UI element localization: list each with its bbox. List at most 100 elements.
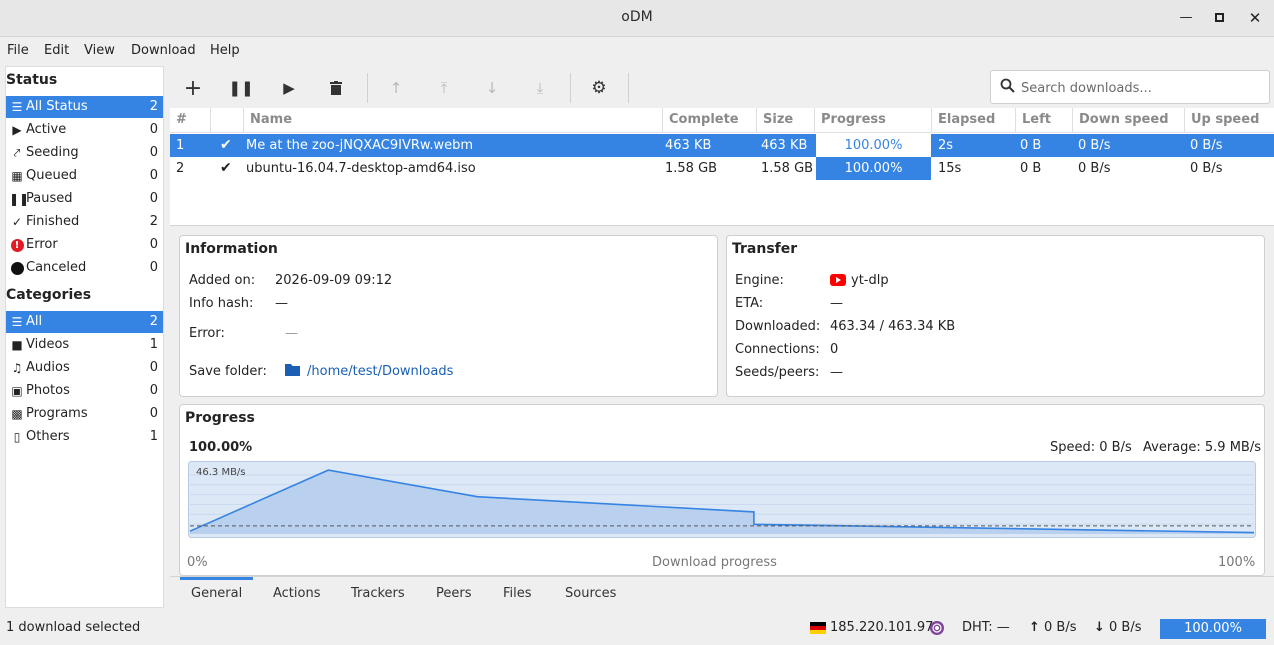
close-icon[interactable]: ✕ <box>1246 9 1264 27</box>
sidebar-item-seeding[interactable]: ⤤ Seeding 0 <box>6 142 163 164</box>
menu-help[interactable]: Help <box>210 43 240 58</box>
sidebar: Status ☰ All Status 2 ▶ Active 0 ⤤ Seedi… <box>5 66 164 608</box>
sidebar-item-count: 2 <box>149 214 158 229</box>
x-axis-label: Download progress <box>652 555 777 570</box>
row-complete: 1.58 GB <box>665 161 718 176</box>
tor-icon <box>929 620 945 640</box>
sidebar-item-canceled[interactable]: Canceled 0 <box>6 257 163 279</box>
table-row[interactable]: 2 ✔ ubuntu-16.04.7-desktop-amd64.iso 1.5… <box>170 157 1274 180</box>
pause-icon[interactable]: ❚❚ <box>227 75 255 101</box>
row-size: 1.58 GB <box>761 161 814 176</box>
tab-sources[interactable]: Sources <box>565 586 616 601</box>
folder-label: Save folder: <box>189 364 267 379</box>
row-number: 2 <box>176 161 185 176</box>
sidebar-item-programs[interactable]: ▩ Programs 0 <box>6 403 163 425</box>
column-header-up-speed[interactable]: Up speed <box>1185 108 1274 133</box>
sidebar-item-count: 0 <box>149 260 158 275</box>
music-icon: ♫ <box>11 361 23 375</box>
column-header-complete[interactable]: Complete <box>663 108 757 133</box>
germany-flag-icon <box>810 622 826 634</box>
minimize-button[interactable]: — <box>1177 9 1195 27</box>
sidebar-item-error[interactable]: ! Error 0 <box>6 234 163 256</box>
table-row[interactable]: 1 ✔ Me at the zoo-jNQXAC9IVRw.webm 463 K… <box>170 134 1274 157</box>
play-icon[interactable]: ▶ <box>275 75 303 101</box>
total-progress-text: 100.00% <box>1184 621 1242 636</box>
column-header-size[interactable]: Size <box>757 108 815 133</box>
add-icon[interactable]: + <box>179 75 207 101</box>
menu-download[interactable]: Download <box>131 43 196 58</box>
downloaded-label: Downloaded: <box>735 319 821 334</box>
row-elapsed: 15s <box>938 161 962 176</box>
grid-icon: ▦ <box>11 169 23 183</box>
tab-trackers[interactable]: Trackers <box>351 586 405 601</box>
column-header-progress[interactable]: Progress <box>815 108 932 133</box>
sidebar-item-count: 2 <box>149 99 158 114</box>
sidebar-item-paused[interactable]: ❚❚ Paused 0 <box>6 188 163 210</box>
column-header-down-speed[interactable]: Down speed <box>1073 108 1185 133</box>
play-icon: ▶ <box>12 123 22 137</box>
gear-icon[interactable]: ⚙ <box>585 75 613 101</box>
move-bottom-icon[interactable]: ⤓ <box>526 75 554 101</box>
downloads-table: # Name Complete Size Progress Elapsed Le… <box>170 108 1274 226</box>
peak-speed-label: 46.3 MB/s <box>196 467 246 478</box>
speed-chart: 46.3 MB/s <box>188 461 1256 538</box>
row-number: 1 <box>176 138 185 153</box>
upload-arrow-icon: ↑ <box>1029 620 1040 635</box>
sidebar-item-all[interactable]: ☰ All 2 <box>6 311 163 333</box>
status-heading: Status <box>6 72 58 88</box>
column-header-left[interactable]: Left <box>1016 108 1073 133</box>
sidebar-item-active[interactable]: ▶ Active 0 <box>6 119 163 141</box>
move-up-icon[interactable]: ↑ <box>382 75 410 101</box>
sidebar-item-videos[interactable]: ■ Videos 1 <box>6 334 163 356</box>
hash-value: — <box>275 296 288 311</box>
maximize-button[interactable] <box>1210 9 1228 27</box>
tab-files[interactable]: Files <box>503 586 532 601</box>
sidebar-item-finished[interactable]: ✓ Finished 2 <box>6 211 163 233</box>
menu-file[interactable]: File <box>7 43 29 58</box>
hash-label: Info hash: <box>189 296 254 311</box>
progress-title: Progress <box>185 410 255 426</box>
search-input[interactable] <box>1021 78 1261 98</box>
x-axis-start: 0% <box>187 555 208 570</box>
sidebar-item-label: Error <box>26 237 58 252</box>
move-top-icon[interactable]: ⤒ <box>430 75 458 101</box>
tab-general[interactable]: General <box>191 586 242 601</box>
sidebar-item-count: 0 <box>149 145 158 160</box>
seeds-label: Seeds/peers: <box>735 365 820 380</box>
move-down-icon[interactable]: ↓ <box>478 75 506 101</box>
error-value: — <box>285 326 298 341</box>
column-header-elapsed[interactable]: Elapsed <box>932 108 1016 133</box>
check-icon: ✓ <box>11 215 23 229</box>
sidebar-item-label: Audios <box>26 360 70 375</box>
toolbar: + ❚❚ ▶ ↑ ⤒ ↓ ⤓ ⚙ <box>170 66 1274 110</box>
x-axis-end: 100% <box>1218 555 1256 570</box>
sidebar-item-label: Queued <box>26 168 77 183</box>
seeds-value: — <box>830 365 843 380</box>
video-icon: ■ <box>11 338 23 352</box>
sidebar-item-queued[interactable]: ▦ Queued 0 <box>6 165 163 187</box>
search-icon <box>1000 78 1015 97</box>
sidebar-item-count: 0 <box>149 383 158 398</box>
sidebar-item-others[interactable]: ▯ Others 1 <box>6 426 163 448</box>
column-header-number[interactable]: # <box>170 108 211 133</box>
tab-peers[interactable]: Peers <box>436 586 472 601</box>
sidebar-item-count: 0 <box>149 237 158 252</box>
menu-view[interactable]: View <box>84 43 115 58</box>
menu-edit[interactable]: Edit <box>44 43 69 58</box>
menu-bar: File Edit View Download Help <box>0 38 1274 65</box>
sidebar-item-all-status[interactable]: ☰ All Status 2 <box>6 96 163 118</box>
total-progress-bar: 100.00% <box>1160 619 1266 639</box>
sidebar-item-photos[interactable]: ▣ Photos 0 <box>6 380 163 402</box>
delete-icon[interactable] <box>322 75 350 101</box>
sidebar-item-label: All Status <box>26 99 88 114</box>
photo-icon: ▣ <box>11 384 23 398</box>
row-name: Me at the zoo-jNQXAC9IVRw.webm <box>246 138 474 153</box>
toolbar-separator <box>570 73 571 103</box>
column-header-name[interactable]: Name <box>244 108 663 133</box>
save-folder-link[interactable]: /home/test/Downloads <box>307 364 453 379</box>
column-header-status[interactable] <box>211 108 244 133</box>
sidebar-item-audios[interactable]: ♫ Audios 0 <box>6 357 163 379</box>
row-complete: 463 KB <box>665 138 712 153</box>
tab-actions[interactable]: Actions <box>273 586 321 601</box>
toolbar-separator <box>367 73 368 103</box>
